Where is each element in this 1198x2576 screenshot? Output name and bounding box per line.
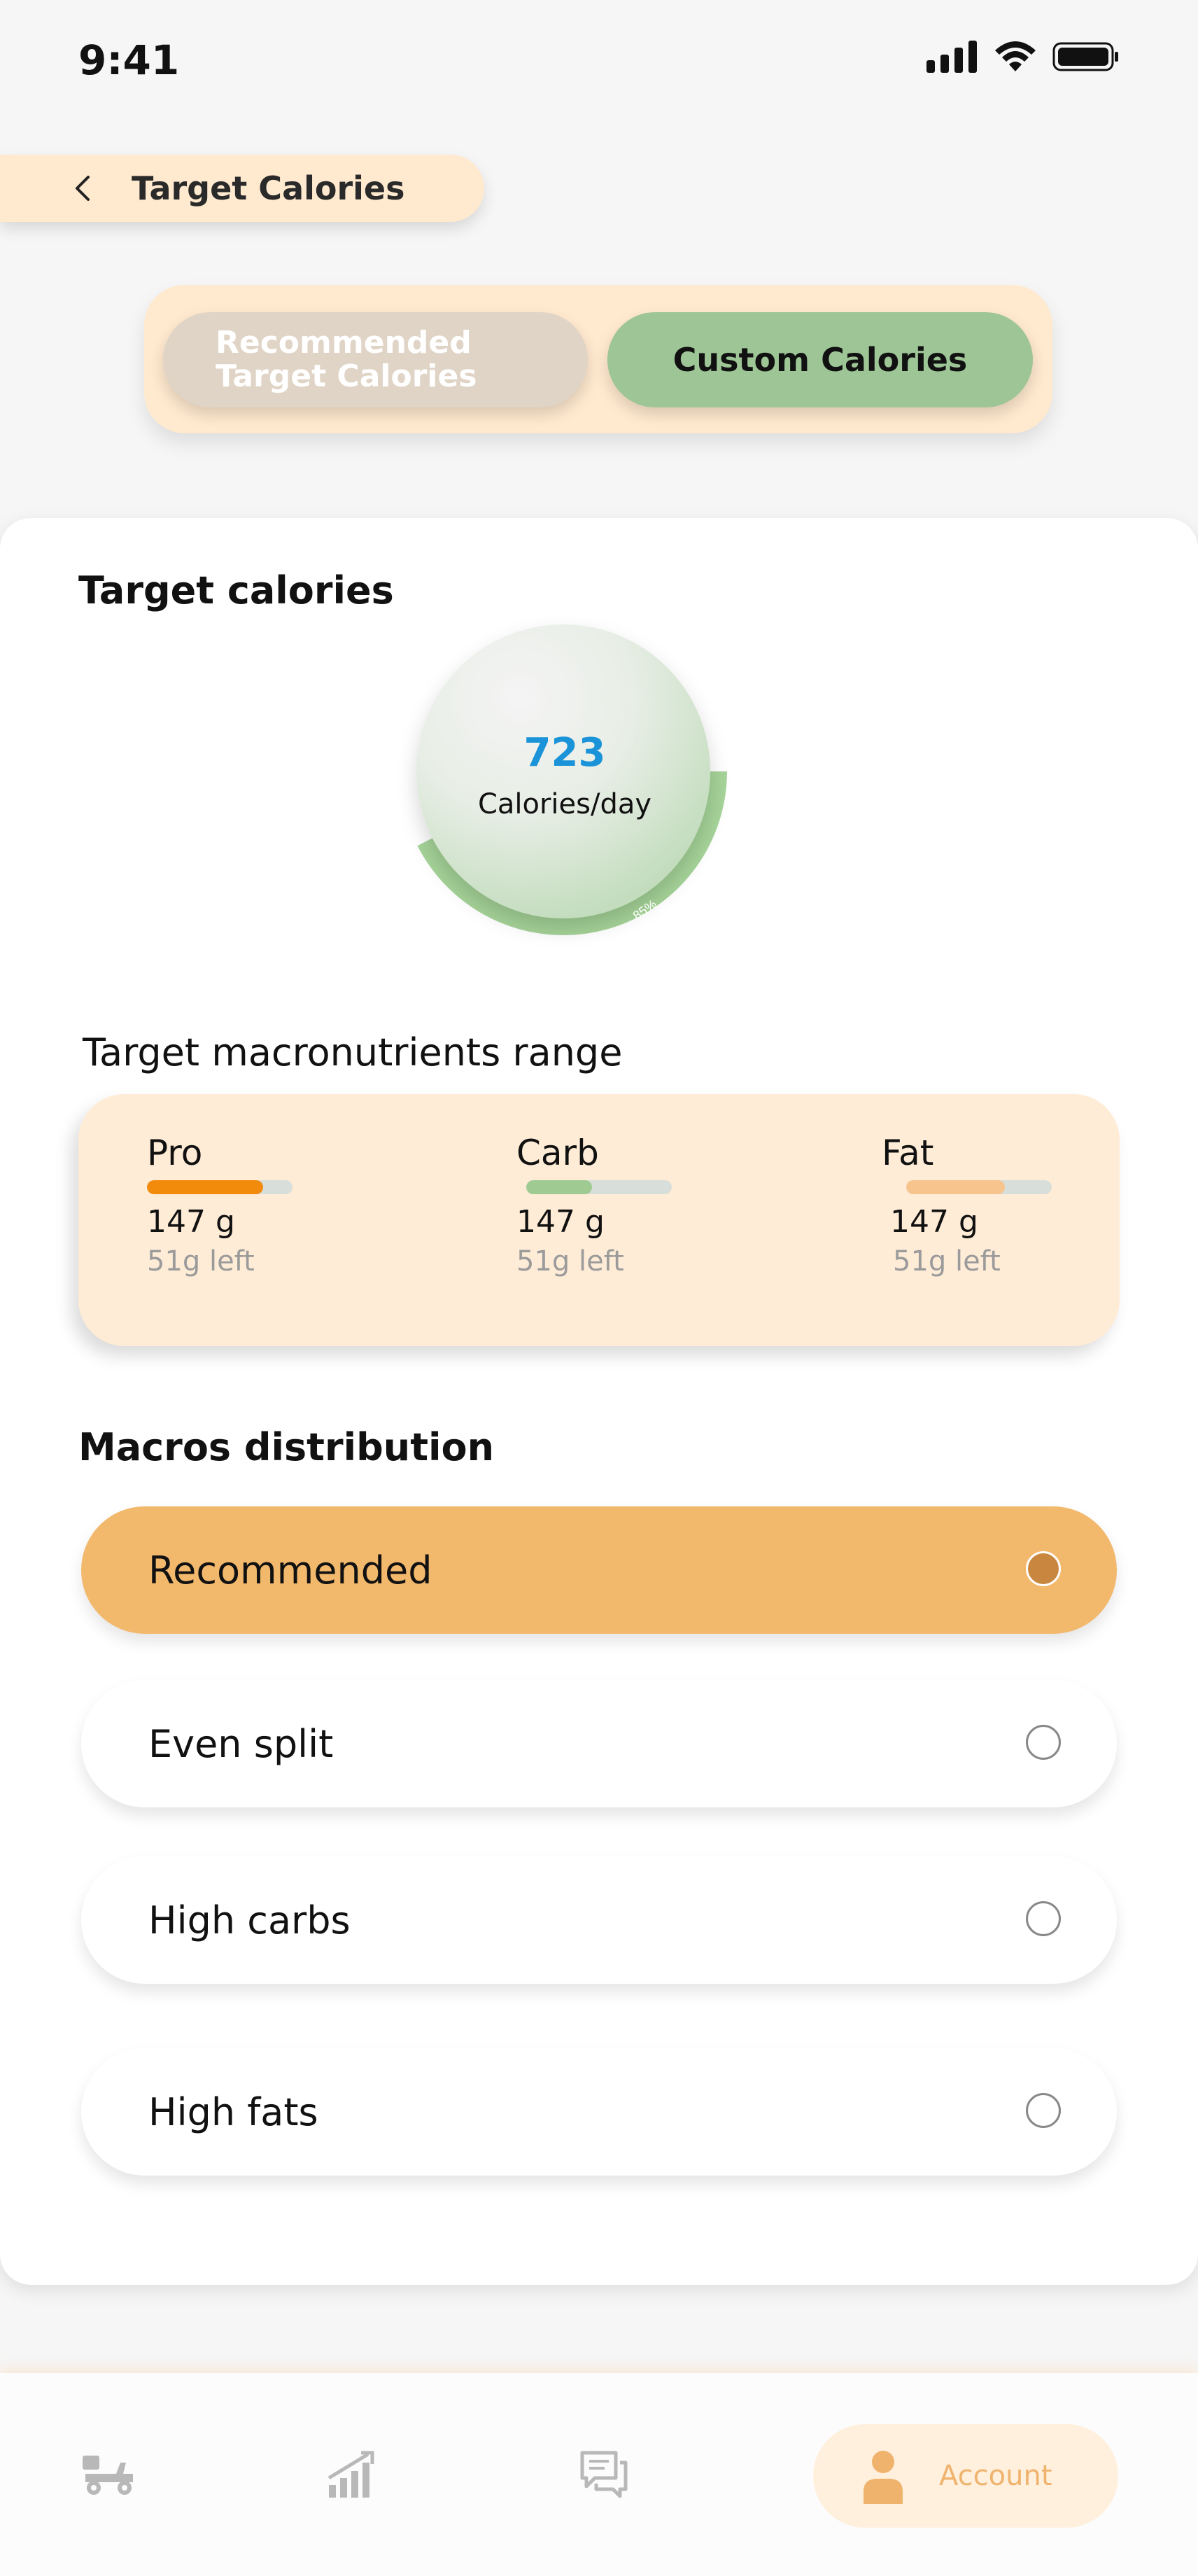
macro-grams: 147 g [890,1204,978,1240]
wifi-icon [995,41,1036,71]
macros-distribution-heading: Macros distribution [78,1425,495,1469]
option-high-carbs[interactable]: High carbs [81,1856,1117,1984]
status-time: 9:41 [78,36,180,84]
macro-progress-fill [147,1180,264,1194]
option-label: High carbs [148,1898,351,1942]
option-label: High fats [148,2090,318,2134]
macro-grams: 147 g [147,1204,235,1240]
back-chevron-icon[interactable] [70,174,98,202]
nav-delivery[interactable] [78,2449,139,2500]
macro-name: Carb [516,1133,599,1173]
target-calories-heading: Target calories [78,568,394,612]
nav-chat[interactable] [578,2449,628,2499]
account-icon [864,2451,903,2504]
macro-name: Fat [882,1133,934,1173]
chat-icon [580,2451,628,2498]
option-high-fats[interactable]: High fats [81,2048,1117,2176]
macro-progress-bar [526,1180,672,1194]
status-icons [926,41,1120,73]
tab-recommended-target-calories[interactable]: Recommended Target Calories [163,312,588,407]
calorie-unit: Calories/day [477,788,652,820]
macro-fat: Fat 147 g 51g left [882,1133,1052,1278]
option-label: Recommended [148,1548,432,1592]
nav-account-label: Account [939,2460,1052,2492]
macro-name: Pro [147,1133,203,1173]
macro-progress-bar [147,1180,293,1194]
macro-remaining: 51g left [147,1245,255,1278]
macro-remaining: 51g left [893,1245,1001,1278]
nav-account[interactable]: Account [813,2424,1118,2528]
battery-icon [1052,42,1118,71]
radio-unselected[interactable] [1026,2093,1061,2128]
signal-icon [926,41,977,73]
macro-remaining: 51g left [516,1245,624,1278]
macro-progress-fill [906,1180,1006,1194]
header-bar: Target Calories [0,155,484,222]
macro-progress-fill [526,1180,592,1194]
tab-custom-calories[interactable]: Custom Calories [607,312,1033,407]
page-title: Target Calories [132,169,405,207]
nav-progress[interactable] [326,2450,378,2499]
macro-carb: Carb 147 g 51g left [516,1133,672,1278]
chart-icon [327,2451,374,2498]
macro-progress-bar [906,1180,1052,1194]
macronutrients-heading: Target macronutrients range [83,1030,623,1074]
option-recommended[interactable]: Recommended [81,1506,1117,1634]
radio-unselected[interactable] [1026,1725,1061,1760]
delivery-scooter-icon [83,2456,133,2495]
option-label: Even split [148,1721,334,1766]
radio-selected[interactable] [1026,1551,1061,1586]
radio-unselected[interactable] [1026,1901,1061,1936]
option-even-split[interactable]: Even split [81,1680,1117,1807]
macro-pro: Pro 147 g 51g left [147,1133,293,1278]
calorie-value: 723 [523,730,606,776]
macro-grams: 147 g [516,1204,605,1240]
